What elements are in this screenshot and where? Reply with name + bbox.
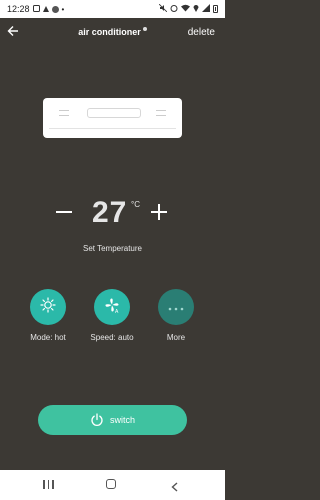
battery-icon [213,5,218,13]
status-left: 12:28 • [7,4,64,14]
decrease-temperature-button[interactable] [56,211,72,213]
sun-icon [40,296,56,318]
delete-button[interactable]: delete [188,27,215,38]
alarm-icon [170,4,178,14]
mode-button[interactable] [30,289,66,325]
speed-button[interactable]: A [94,289,130,325]
temperature-control: 27 °C Set Temperature [0,196,225,256]
ac-louver [49,128,176,132]
speed-label: Speed: auto [90,333,134,342]
switch-button[interactable]: switch [38,405,187,435]
mode-control[interactable]: Mode: hot [18,289,78,342]
app-notification-icon [51,5,59,13]
online-status-dot [142,27,147,31]
svg-text:A: A [115,309,119,314]
device-name: air conditioner [78,27,141,37]
more-label: More [166,333,186,342]
fan-icon: A [103,296,121,319]
navigation-bar [0,470,225,500]
status-right [158,3,218,14]
temperature-value: 27 [92,196,128,229]
nav-back-icon[interactable] [171,479,178,492]
status-bar: 12:28 • [0,0,225,18]
location-icon [193,4,199,14]
air-conditioner-image [43,98,182,138]
bell-icon [42,6,49,12]
notification-icon [32,4,40,14]
more-icon [168,298,184,316]
switch-label: switch [109,415,135,425]
status-time: 12:28 [7,4,30,14]
wifi-icon [181,4,190,14]
more-dot-icon: • [61,4,65,14]
control-buttons: Mode: hot A Speed: auto More [0,289,225,359]
power-icon [90,413,104,427]
main-screen: air conditioner delete 27 °C Set Tempera… [0,18,225,470]
top-bar: air conditioner delete [0,18,225,50]
increase-temperature-button[interactable] [151,204,167,220]
mode-label: Mode: hot [30,333,66,342]
ac-vent-right [156,110,166,116]
speed-control[interactable]: A Speed: auto [82,289,142,342]
signal-icon [202,4,210,14]
home-icon[interactable] [106,479,116,489]
recent-apps-icon[interactable] [43,480,54,489]
ac-vent-left [59,110,69,116]
more-control[interactable]: More [146,289,206,342]
more-button[interactable] [158,289,194,325]
mute-icon [158,3,168,14]
ac-display-panel [87,108,141,118]
temperature-unit: °C [131,200,140,209]
set-temperature-label: Set Temperature [83,244,142,253]
